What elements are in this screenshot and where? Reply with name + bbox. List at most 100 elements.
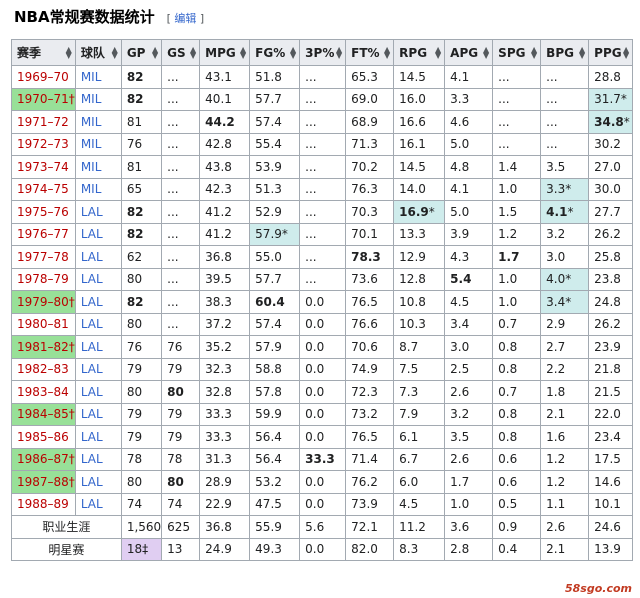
stat-value: 4.0* <box>546 272 572 287</box>
team-cell[interactable]: LAL <box>74 447 122 471</box>
column-header-6[interactable]: 3P% ▲ ▼ <box>299 39 347 66</box>
column-header-4[interactable]: MPG ▲ ▼ <box>199 39 251 66</box>
stat-cell: 22.0 <box>588 402 634 426</box>
column-header-5[interactable]: FG% ▲ ▼ <box>249 39 301 66</box>
team-cell[interactable]: LAL <box>74 492 122 516</box>
stat-value: 2.7 <box>546 339 566 354</box>
column-header-2[interactable]: GP ▲ ▼ <box>120 39 163 66</box>
summary-label: 明星赛 <box>11 537 122 561</box>
season-link[interactable]: 1982–83 <box>17 362 69 376</box>
table-row: 1975–76 LAL 82... 41.2 52.9... 70.3 16.9* 5.0 1.… <box>11 200 634 224</box>
season-link[interactable]: 1977–78 <box>17 250 69 264</box>
column-header-12[interactable]: PPG ▲ ▼ <box>588 39 634 66</box>
stat-value: 8.7 <box>399 339 419 354</box>
season-link[interactable]: 1985–86 <box>17 430 69 444</box>
column-header-label: PPG <box>594 45 622 60</box>
season-link[interactable]: 1972–73 <box>17 137 69 151</box>
column-header-8[interactable]: RPG ▲ ▼ <box>393 39 446 66</box>
season-link[interactable]: 1980–81 <box>17 317 69 331</box>
season-link[interactable]: 1971–72 <box>17 115 69 129</box>
stat-cell: 0.7 <box>492 380 542 404</box>
table-row: 1983–84 LAL 80 80 32.8 57.8 0.0 72.3 7.3 2.6 0.7 1.… <box>11 380 634 404</box>
sort-icon[interactable]: ▲ ▼ <box>531 45 537 59</box>
column-header-0[interactable]: 赛季 ▲ ▼ <box>11 39 76 66</box>
team-cell[interactable]: LAL <box>74 312 122 336</box>
sort-icon[interactable]: ▲ ▼ <box>190 45 196 59</box>
team-cell[interactable]: LAL <box>74 335 122 359</box>
sort-icon[interactable]: ▲ ▼ <box>435 45 441 59</box>
stat-cell: ... <box>161 65 201 89</box>
stat-cell: 53.9 <box>249 155 301 179</box>
team-cell[interactable]: LAL <box>74 200 122 224</box>
team-cell[interactable]: LAL <box>74 470 122 494</box>
season-link[interactable]: 1975–76 <box>17 205 69 219</box>
stat-value: 78.3 <box>351 249 381 264</box>
team-cell[interactable]: LAL <box>74 357 122 381</box>
team-cell[interactable]: LAL <box>74 267 122 291</box>
team-cell[interactable]: LAL <box>74 425 122 449</box>
stat-value: 1.2 <box>546 474 566 489</box>
column-header-1[interactable]: 球队 ▲ ▼ <box>74 39 122 66</box>
stat-value: 12.9 <box>399 249 426 264</box>
team-cell[interactable]: LAL <box>74 245 122 269</box>
stat-value: 76.2 <box>351 474 378 489</box>
stat-value: 56.4 <box>255 452 282 467</box>
sort-icon[interactable]: ▲ ▼ <box>66 45 72 59</box>
season-link[interactable]: 1978–79 <box>17 272 69 286</box>
stat-value: 4.8 <box>450 159 470 174</box>
season-link[interactable]: 1983–84 <box>17 385 69 399</box>
team-cell[interactable]: MIL <box>74 110 122 134</box>
team-cell[interactable]: LAL <box>74 222 122 246</box>
sort-icon[interactable]: ▲ ▼ <box>290 45 296 59</box>
season-link[interactable]: 1970–71† <box>17 92 74 106</box>
stat-cell: 36.8 <box>199 515 251 539</box>
season-link[interactable]: 1976–77 <box>17 227 69 241</box>
team-cell[interactable]: MIL <box>74 177 122 201</box>
column-header-9[interactable]: APG ▲ ▼ <box>444 39 494 66</box>
column-header-7[interactable]: FT% ▲ ▼ <box>345 39 395 66</box>
column-header-3[interactable]: GS ▲ ▼ <box>161 39 201 66</box>
stat-cell: 14.0 <box>393 177 446 201</box>
stat-value: 1.5 <box>498 204 518 219</box>
stat-value: ... <box>167 92 179 107</box>
season-link[interactable]: 1984–85† <box>17 407 74 421</box>
stat-cell: 52.9 <box>249 200 301 224</box>
column-header-10[interactable]: SPG ▲ ▼ <box>492 39 542 66</box>
team-cell[interactable]: MIL <box>74 87 122 111</box>
season-link[interactable]: 1979–80† <box>17 295 74 309</box>
sort-icon[interactable]: ▲ ▼ <box>112 45 118 59</box>
table-row: 1984–85† LAL 79 79 33.3 59.9 0.0 73.2 7.9 3.2 0.8 2… <box>11 402 634 426</box>
season-link[interactable]: 1974–75 <box>17 182 69 196</box>
sort-icon[interactable]: ▲ ▼ <box>623 45 629 59</box>
team-cell[interactable]: MIL <box>74 155 122 179</box>
stat-cell: 57.7 <box>249 267 301 291</box>
season-link[interactable]: 1969–70 <box>17 70 69 84</box>
stat-value: 21.5 <box>594 384 621 399</box>
sort-icon[interactable]: ▲ ▼ <box>152 45 158 59</box>
sort-icon[interactable]: ▲ ▼ <box>240 45 246 59</box>
sort-icon[interactable]: ▲ ▼ <box>579 45 585 59</box>
team-cell[interactable]: MIL <box>74 132 122 156</box>
team-cell[interactable]: LAL <box>74 402 122 426</box>
stat-value: 80 <box>126 474 143 489</box>
stat-value: 43.8 <box>205 159 232 174</box>
sort-icon[interactable]: ▲ ▼ <box>483 45 489 59</box>
table-row: 1978–79 LAL 80... 39.5 57.7... 73.6 12.8 5.4 1.0… <box>11 267 634 291</box>
sort-icon[interactable]: ▲ ▼ <box>384 45 390 59</box>
season-link[interactable]: 1987–88† <box>17 475 74 489</box>
stat-cell: 24.6 <box>588 515 634 539</box>
team-cell[interactable]: MIL <box>74 65 122 89</box>
season-link[interactable]: 1973–74 <box>17 160 69 174</box>
stat-value: 3.2 <box>450 407 470 422</box>
season-link[interactable]: 1988–89 <box>17 497 69 511</box>
stat-cell: 16.9* <box>393 200 446 224</box>
season-link[interactable]: 1986–87† <box>17 452 74 466</box>
stat-cell: 60.4 <box>249 290 301 314</box>
team-cell[interactable]: LAL <box>74 290 122 314</box>
stat-cell: 3.6 <box>444 515 494 539</box>
column-header-11[interactable]: BPG ▲ ▼ <box>540 39 590 66</box>
season-link[interactable]: 1981–82† <box>17 340 74 354</box>
edit-link[interactable]: 编辑 <box>174 12 196 25</box>
sort-icon[interactable]: ▲ ▼ <box>336 45 342 59</box>
team-cell[interactable]: LAL <box>74 380 122 404</box>
